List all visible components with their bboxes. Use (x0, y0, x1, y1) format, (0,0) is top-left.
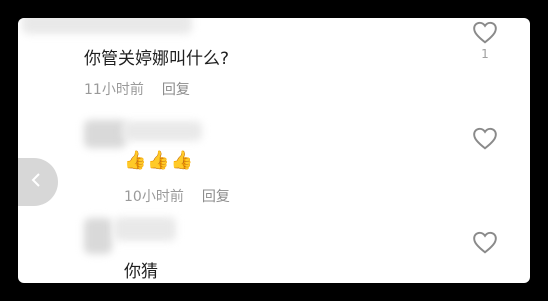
username-blurred (114, 217, 176, 241)
comment-timestamp: 10小时前 (124, 189, 184, 205)
reply-button[interactable]: 回复 (202, 189, 230, 205)
heart-icon[interactable] (472, 20, 498, 44)
side-nav-tab[interactable] (18, 158, 58, 206)
chevron-left-icon (31, 173, 40, 187)
comment-text: 你猜 (124, 262, 158, 282)
comment-meta: 10小时前 回复 (124, 186, 230, 206)
comment-text: 你管关婷娜叫什么? (84, 49, 230, 69)
reply-button[interactable]: 回复 (162, 82, 190, 98)
avatar-blurred (84, 218, 112, 254)
thumbs-up-emoji: 👍👍👍 (124, 150, 195, 171)
username-blurred (22, 18, 192, 34)
heart-icon[interactable] (472, 126, 498, 150)
comment-timestamp: 11小时前 (84, 82, 144, 98)
avatar-blurred (84, 120, 126, 148)
like-count: 1 (481, 47, 489, 61)
comment-meta: 11小时前 回复 (84, 79, 190, 99)
comment-list: 你管关婷娜叫什么? 11小时前 回复 1 👍👍👍 10小时前 回复 你猜 (18, 18, 530, 283)
username-blurred (122, 121, 202, 141)
heart-icon[interactable] (472, 230, 498, 254)
